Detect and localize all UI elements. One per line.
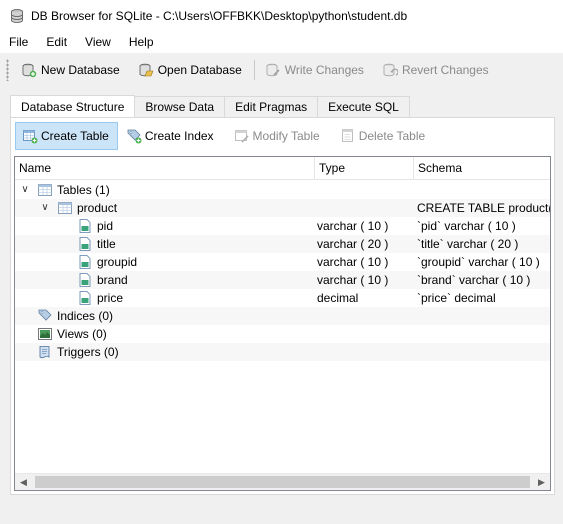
field-icon [79,237,91,251]
revert-changes-icon [383,63,398,77]
modify-table-label: Modify Table [252,129,320,143]
toolbar-grip[interactable] [6,59,9,81]
new-database-icon [22,63,37,78]
tree-row-field-groupid[interactable]: groupid varchar ( 10 ) `groupid` varchar… [15,253,550,271]
create-index-button[interactable]: Create Index [120,122,222,150]
schema-cell: `title` varchar ( 20 ) [417,237,519,251]
view-icon [38,328,52,340]
scroll-left-icon[interactable]: ◀ [15,474,32,490]
database-structure-panel: Create Table Create Index Modify Table D… [10,117,555,495]
revert-changes-button[interactable]: Revert Changes [378,58,495,82]
menu-file[interactable]: File [0,35,37,49]
menu-help[interactable]: Help [120,35,163,49]
tree-label: pid [97,219,114,233]
index-icon [38,309,52,321]
tab-browse-data[interactable]: Browse Data [134,96,226,117]
field-icon [79,291,91,305]
scroll-right-icon[interactable]: ▶ [533,474,550,490]
header-name[interactable]: Name [15,157,315,180]
tree-label: Indices (0) [57,309,114,323]
create-index-icon [127,129,142,144]
tree-row-indices[interactable]: Indices (0) [15,307,550,325]
table-folder-icon [38,184,52,196]
tree-row-tables[interactable]: ∨ Tables (1) [15,181,550,199]
collapse-chevron-icon[interactable]: ∨ [19,181,31,199]
header-type[interactable]: Type [315,157,414,180]
window-title: DB Browser for SQLite - C:\Users\OFFBKK\… [31,8,408,23]
header-schema[interactable]: Schema [414,157,550,180]
title-bar: DB Browser for SQLite - C:\Users\OFFBKK\… [0,0,563,31]
tree-label: groupid [97,255,138,269]
new-database-label: New Database [41,63,120,77]
tree-label: product [77,201,118,215]
schema-cell: `price` decimal [417,291,496,305]
delete-table-label: Delete Table [358,129,426,143]
tree-row-field-title[interactable]: title varchar ( 20 ) `title` varchar ( 2… [15,235,550,253]
tree-label: Triggers (0) [57,345,119,359]
schema-cell: `groupid` varchar ( 10 ) [417,255,540,269]
type-cell: varchar ( 10 ) [317,255,389,269]
structure-toolbar: Create Table Create Index Modify Table D… [15,121,435,151]
tree-header: Name Type Schema [15,157,550,180]
horizontal-scrollbar[interactable]: ◀ ▶ [15,473,550,490]
menu-view[interactable]: View [76,35,120,49]
schema-cell: `brand` varchar ( 10 ) [417,273,531,287]
schema-cell: CREATE TABLE product( p [417,201,550,215]
tree-label: title [97,237,116,251]
tree-label: brand [97,273,128,287]
schema-tree[interactable]: Name Type Schema ∨ Tables (1) ∨ product … [14,156,551,491]
scrollbar-thumb[interactable] [35,476,530,488]
create-table-icon [23,130,38,144]
trigger-icon [39,346,50,359]
delete-table-icon [341,129,353,142]
write-changes-label: Write Changes [284,63,364,77]
revert-changes-label: Revert Changes [401,63,489,77]
tree-row-field-pid[interactable]: pid varchar ( 10 ) `pid` varchar ( 10 ) [15,217,550,235]
modify-table-button[interactable]: Modify Table [228,122,328,150]
table-icon [58,202,72,214]
tab-edit-pragmas[interactable]: Edit Pragmas [224,96,319,117]
tree-label: price [97,291,124,305]
schema-cell: `pid` varchar ( 10 ) [417,219,516,233]
type-cell: varchar ( 20 ) [317,237,389,251]
database-app-icon [11,8,23,23]
tree-row-field-brand[interactable]: brand varchar ( 10 ) `brand` varchar ( 1… [15,271,550,289]
tab-database-structure[interactable]: Database Structure [10,95,136,117]
new-database-button[interactable]: New Database [17,58,126,82]
collapse-chevron-icon[interactable]: ∨ [39,199,51,217]
type-cell: varchar ( 10 ) [317,219,389,233]
write-changes-icon [266,63,280,77]
tree-label: Views (0) [57,327,107,341]
write-changes-button[interactable]: Write Changes [261,58,370,82]
open-database-button[interactable]: Open Database [134,58,248,82]
type-cell: decimal [317,291,359,305]
delete-table-button[interactable]: Delete Table [334,122,434,150]
field-icon [79,255,91,269]
menu-edit[interactable]: Edit [37,35,76,49]
tree-row-product[interactable]: ∨ product CREATE TABLE product( p [15,199,550,217]
create-table-button[interactable]: Create Table [15,122,118,150]
tab-execute-sql[interactable]: Execute SQL [317,96,410,117]
status-bar [0,500,563,524]
tree-rows: ∨ Tables (1) ∨ product CREATE TABLE prod… [15,181,550,361]
main-toolbar: New Database Open Database Write Changes… [0,54,563,86]
create-index-label: Create Index [144,129,214,143]
field-icon [79,273,91,287]
toolbar-separator [253,60,255,80]
modify-table-icon [234,130,249,143]
tree-row-field-price[interactable]: price decimal `price` decimal [15,289,550,307]
main-tabs: Database Structure Browse Data Edit Prag… [10,95,410,117]
open-database-label: Open Database [157,63,242,77]
open-database-icon [139,63,154,77]
type-cell: varchar ( 10 ) [317,273,389,287]
tree-row-triggers[interactable]: Triggers (0) [15,343,550,361]
field-icon [79,219,91,233]
tree-row-views[interactable]: Views (0) [15,325,550,343]
create-table-label: Create Table [41,129,109,143]
menu-bar: File Edit View Help [0,31,563,53]
tree-label: Tables (1) [57,183,110,197]
